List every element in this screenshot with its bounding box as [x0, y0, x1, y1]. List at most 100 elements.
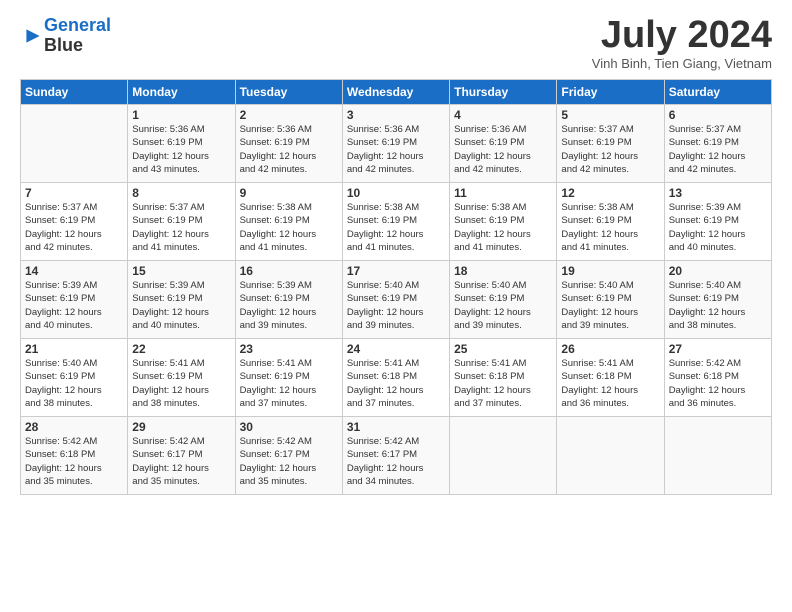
- day-number: 22: [132, 342, 230, 356]
- day-number: 24: [347, 342, 445, 356]
- cell-info: Sunrise: 5:41 AM Sunset: 6:18 PM Dayligh…: [454, 357, 552, 410]
- cell-info: Sunrise: 5:36 AM Sunset: 6:19 PM Dayligh…: [454, 123, 552, 176]
- day-number: 20: [669, 264, 767, 278]
- calendar-cell: 9Sunrise: 5:38 AM Sunset: 6:19 PM Daylig…: [235, 183, 342, 261]
- calendar-cell: 31Sunrise: 5:42 AM Sunset: 6:17 PM Dayli…: [342, 417, 449, 495]
- cell-info: Sunrise: 5:37 AM Sunset: 6:19 PM Dayligh…: [669, 123, 767, 176]
- calendar-cell: 5Sunrise: 5:37 AM Sunset: 6:19 PM Daylig…: [557, 105, 664, 183]
- week-row-4: 21Sunrise: 5:40 AM Sunset: 6:19 PM Dayli…: [21, 339, 772, 417]
- day-number: 2: [240, 108, 338, 122]
- logo-icon: [22, 25, 44, 47]
- calendar-cell: 11Sunrise: 5:38 AM Sunset: 6:19 PM Dayli…: [450, 183, 557, 261]
- calendar-cell: [21, 105, 128, 183]
- header-row: SundayMondayTuesdayWednesdayThursdayFrid…: [21, 80, 772, 105]
- cell-info: Sunrise: 5:39 AM Sunset: 6:19 PM Dayligh…: [240, 279, 338, 332]
- calendar-cell: 17Sunrise: 5:40 AM Sunset: 6:19 PM Dayli…: [342, 261, 449, 339]
- logo-text: General Blue: [44, 16, 111, 56]
- cell-info: Sunrise: 5:42 AM Sunset: 6:18 PM Dayligh…: [25, 435, 123, 488]
- day-number: 29: [132, 420, 230, 434]
- cell-info: Sunrise: 5:41 AM Sunset: 6:18 PM Dayligh…: [347, 357, 445, 410]
- cell-info: Sunrise: 5:40 AM Sunset: 6:19 PM Dayligh…: [347, 279, 445, 332]
- calendar-cell: 10Sunrise: 5:38 AM Sunset: 6:19 PM Dayli…: [342, 183, 449, 261]
- month-title: July 2024: [592, 16, 772, 54]
- calendar-cell: 24Sunrise: 5:41 AM Sunset: 6:18 PM Dayli…: [342, 339, 449, 417]
- week-row-2: 7 Sunrise: 5:37 AM Sunset: 6:19 PM Daylig…: [21, 183, 772, 261]
- cell-info: Sunrise: 5:38 AM Sunset: 6:19 PM Dayligh…: [561, 201, 659, 254]
- day-number: 28: [25, 420, 123, 434]
- day-number: 7: [25, 186, 123, 200]
- cell-info: Sunrise: 5:40 AM Sunset: 6:19 PM Dayligh…: [561, 279, 659, 332]
- logo: General Blue: [20, 16, 111, 56]
- day-number: 1: [132, 108, 230, 122]
- calendar-cell: 15Sunrise: 5:39 AM Sunset: 6:19 PM Dayli…: [128, 261, 235, 339]
- cell-info: Sunrise: 5:42 AM Sunset: 6:17 PM Dayligh…: [240, 435, 338, 488]
- calendar-cell: [557, 417, 664, 495]
- cell-info: Sunrise: 5:37 AM Sunset: 6:19 PM Dayligh…: [132, 201, 230, 254]
- cell-info: Sunrise: 5:39 AM Sunset: 6:19 PM Dayligh…: [25, 279, 123, 332]
- col-header-sunday: Sunday: [21, 80, 128, 105]
- cell-info: Sunrise: 5:38 AM Sunset: 6:19 PM Dayligh…: [454, 201, 552, 254]
- calendar-table: SundayMondayTuesdayWednesdayThursdayFrid…: [20, 79, 772, 495]
- location: Vinh Binh, Tien Giang, Vietnam: [592, 56, 772, 71]
- calendar-cell: 23Sunrise: 5:41 AM Sunset: 6:19 PM Dayli…: [235, 339, 342, 417]
- logo-blue: Blue: [44, 35, 83, 55]
- calendar-cell: [664, 417, 771, 495]
- week-row-1: 1Sunrise: 5:36 AM Sunset: 6:19 PM Daylig…: [21, 105, 772, 183]
- calendar-cell: 22Sunrise: 5:41 AM Sunset: 6:19 PM Dayli…: [128, 339, 235, 417]
- cell-info: Sunrise: 5:41 AM Sunset: 6:19 PM Dayligh…: [132, 357, 230, 410]
- cell-info: Sunrise: 5:42 AM Sunset: 6:17 PM Dayligh…: [347, 435, 445, 488]
- calendar-cell: 19Sunrise: 5:40 AM Sunset: 6:19 PM Dayli…: [557, 261, 664, 339]
- day-number: 15: [132, 264, 230, 278]
- col-header-tuesday: Tuesday: [235, 80, 342, 105]
- cell-info: Sunrise: 5:38 AM Sunset: 6:19 PM Dayligh…: [347, 201, 445, 254]
- calendar-cell: 25Sunrise: 5:41 AM Sunset: 6:18 PM Dayli…: [450, 339, 557, 417]
- cell-info: Sunrise: 5:41 AM Sunset: 6:19 PM Dayligh…: [240, 357, 338, 410]
- col-header-saturday: Saturday: [664, 80, 771, 105]
- day-number: 9: [240, 186, 338, 200]
- day-number: 18: [454, 264, 552, 278]
- day-number: 16: [240, 264, 338, 278]
- cell-info: Sunrise: 5:40 AM Sunset: 6:19 PM Dayligh…: [454, 279, 552, 332]
- day-number: 19: [561, 264, 659, 278]
- day-number: 26: [561, 342, 659, 356]
- day-number: 31: [347, 420, 445, 434]
- calendar-cell: 4Sunrise: 5:36 AM Sunset: 6:19 PM Daylig…: [450, 105, 557, 183]
- logo-general: General: [44, 15, 111, 35]
- calendar-cell: 16Sunrise: 5:39 AM Sunset: 6:19 PM Dayli…: [235, 261, 342, 339]
- calendar-cell: 20Sunrise: 5:40 AM Sunset: 6:19 PM Dayli…: [664, 261, 771, 339]
- header: General Blue July 2024 Vinh Binh, Tien G…: [20, 16, 772, 71]
- day-number: 30: [240, 420, 338, 434]
- cell-info: Sunrise: 5:39 AM Sunset: 6:19 PM Dayligh…: [132, 279, 230, 332]
- day-number: 8: [132, 186, 230, 200]
- calendar-cell: 12Sunrise: 5:38 AM Sunset: 6:19 PM Dayli…: [557, 183, 664, 261]
- col-header-monday: Monday: [128, 80, 235, 105]
- cell-info: Sunrise: 5:42 AM Sunset: 6:18 PM Dayligh…: [669, 357, 767, 410]
- cell-info: Sunrise: 5:39 AM Sunset: 6:19 PM Dayligh…: [669, 201, 767, 254]
- day-number: 23: [240, 342, 338, 356]
- page: General Blue July 2024 Vinh Binh, Tien G…: [0, 0, 792, 505]
- col-header-wednesday: Wednesday: [342, 80, 449, 105]
- day-number: 21: [25, 342, 123, 356]
- day-number: 25: [454, 342, 552, 356]
- day-number: 4: [454, 108, 552, 122]
- calendar-cell: 7Sunrise: 5:37 AM Sunset: 6:19 PM Daylig…: [21, 183, 128, 261]
- calendar-cell: 13Sunrise: 5:39 AM Sunset: 6:19 PM Dayli…: [664, 183, 771, 261]
- calendar-cell: 8Sunrise: 5:37 AM Sunset: 6:19 PM Daylig…: [128, 183, 235, 261]
- day-number: 27: [669, 342, 767, 356]
- title-block: July 2024 Vinh Binh, Tien Giang, Vietnam: [592, 16, 772, 71]
- cell-info: Sunrise: 5:41 AM Sunset: 6:18 PM Dayligh…: [561, 357, 659, 410]
- calendar-cell: 29Sunrise: 5:42 AM Sunset: 6:17 PM Dayli…: [128, 417, 235, 495]
- cell-info: Sunrise: 5:36 AM Sunset: 6:19 PM Dayligh…: [132, 123, 230, 176]
- calendar-cell: 28Sunrise: 5:42 AM Sunset: 6:18 PM Dayli…: [21, 417, 128, 495]
- week-row-3: 14Sunrise: 5:39 AM Sunset: 6:19 PM Dayli…: [21, 261, 772, 339]
- day-number: 17: [347, 264, 445, 278]
- calendar-cell: [450, 417, 557, 495]
- cell-info: Sunrise: 5:37 AM Sunset: 6:19 PM Dayligh…: [561, 123, 659, 176]
- day-number: 3: [347, 108, 445, 122]
- day-number: 11: [454, 186, 552, 200]
- col-header-friday: Friday: [557, 80, 664, 105]
- cell-info: Sunrise: 5:40 AM Sunset: 6:19 PM Dayligh…: [669, 279, 767, 332]
- day-number: 10: [347, 186, 445, 200]
- cell-info: Sunrise: 5:36 AM Sunset: 6:19 PM Dayligh…: [240, 123, 338, 176]
- calendar-cell: 6Sunrise: 5:37 AM Sunset: 6:19 PM Daylig…: [664, 105, 771, 183]
